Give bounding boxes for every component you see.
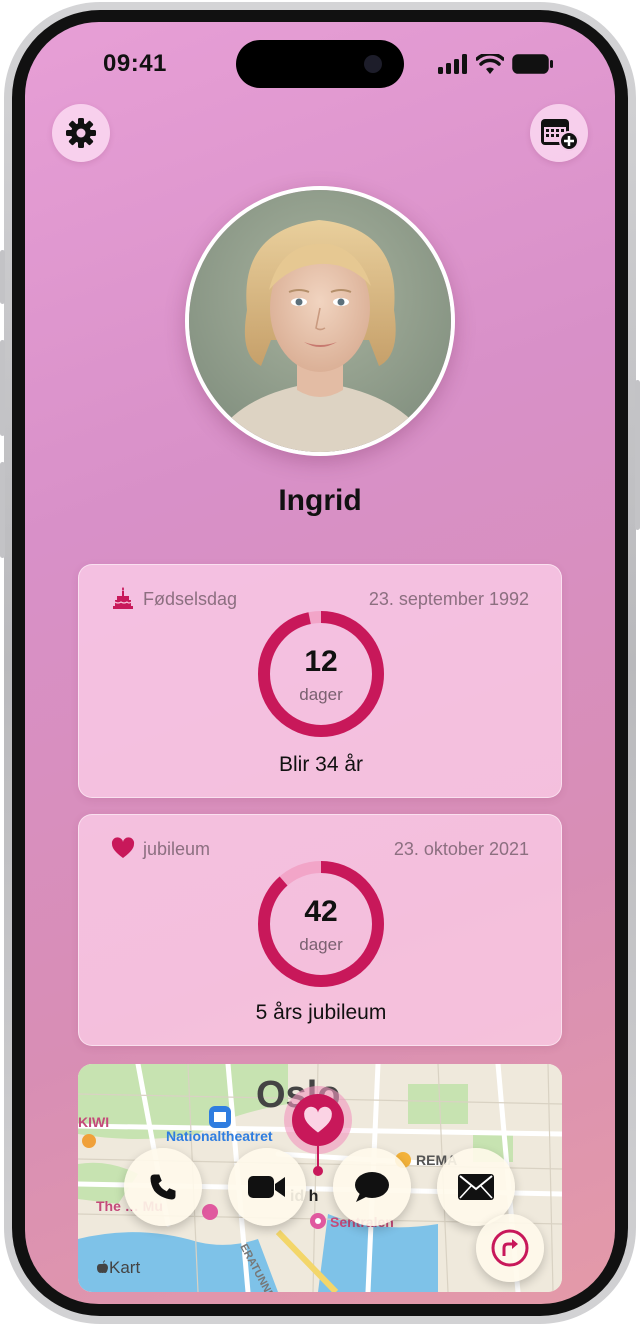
- power-button: [635, 380, 640, 530]
- wifi-icon: [476, 54, 504, 74]
- volume-up-button: [0, 340, 5, 436]
- volume-down-button: [0, 462, 5, 558]
- event-label: Fødselsdag: [143, 589, 238, 609]
- event-label: jubileum: [143, 839, 211, 859]
- signal-icon: [438, 54, 467, 74]
- camera-icon: [364, 55, 382, 73]
- card-header: Fødselsdag 23. september 1992: [111, 587, 529, 611]
- dynamic-island: [236, 40, 404, 88]
- message-button[interactable]: [333, 1148, 411, 1226]
- days-unit: dager: [299, 935, 343, 954]
- battery-icon: [512, 54, 553, 74]
- apple-logo-icon: [97, 1260, 108, 1273]
- phone-icon: [150, 1174, 176, 1200]
- directions-icon: [491, 1229, 529, 1267]
- calendar-add-icon: [541, 119, 579, 151]
- birthday-card[interactable]: Fødselsdag 23. september 1992 12 dager B…: [78, 564, 562, 798]
- call-button[interactable]: [124, 1148, 202, 1226]
- video-call-button[interactable]: [228, 1148, 306, 1226]
- add-calendar-button[interactable]: [530, 104, 588, 162]
- settings-button[interactable]: [52, 104, 110, 162]
- screen: 09:41 Ingrid Fødselsdag 23. september 19…: [25, 22, 615, 1304]
- portrait-photo: [189, 190, 451, 452]
- action-button: [0, 250, 5, 304]
- event-subtitle: 5 års jubileum: [255, 1001, 387, 1024]
- event-date: 23. oktober 2021: [393, 839, 529, 859]
- card-header: jubileum 23. oktober 2021: [111, 837, 529, 861]
- map-attribution: Kart: [96, 1258, 140, 1278]
- message-icon: [355, 1172, 389, 1202]
- map-label-nationaltheatret: Nationaltheatret: [166, 1128, 273, 1144]
- map-attribution-text: Kart: [109, 1258, 141, 1277]
- event-date: 23. september 1992: [368, 589, 529, 609]
- location-map[interactable]: Oslo Nationaltheatret KIWI REMA The … Mu…: [78, 1064, 562, 1292]
- anniversary-card[interactable]: jubileum 23. oktober 2021 42 dager 5 års…: [78, 814, 562, 1046]
- heart-icon: [111, 837, 135, 858]
- video-icon: [248, 1176, 285, 1198]
- status-icons: [438, 54, 554, 74]
- mail-icon: [458, 1174, 494, 1200]
- map-label-kiwi: KIWI: [78, 1114, 110, 1130]
- birthday-cake-icon: [113, 587, 133, 609]
- status-time: 09:41: [103, 50, 167, 77]
- days-unit: dager: [299, 685, 343, 704]
- directions-button[interactable]: [476, 1214, 544, 1282]
- days-count: 42: [304, 895, 338, 928]
- heart-icon: [304, 1106, 332, 1133]
- contact-name: Ingrid: [278, 484, 362, 517]
- event-subtitle: Blir 34 år: [278, 753, 364, 776]
- days-count: 12: [304, 645, 338, 678]
- profile-avatar[interactable]: [185, 186, 455, 456]
- gear-icon: [66, 118, 96, 148]
